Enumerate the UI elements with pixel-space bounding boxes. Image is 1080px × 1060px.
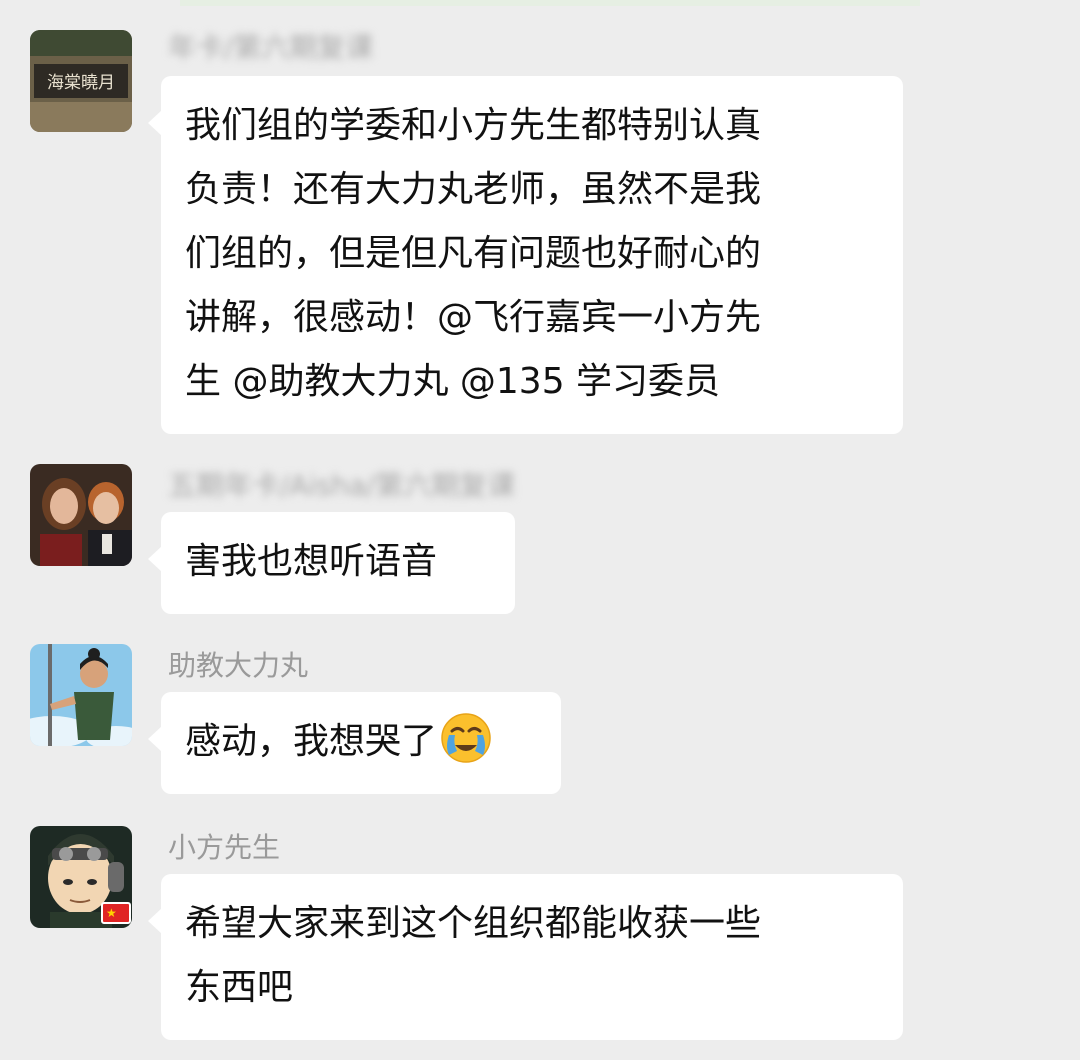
message-text: 害我也想听语音 — [185, 541, 438, 582]
top-edge-strip — [180, 0, 920, 6]
avatar-haitang[interactable]: 海棠曉月 — [30, 30, 132, 132]
avatar-image — [30, 644, 132, 746]
message-bubble[interactable]: 我们组的学委和小方先生都特别认真 负责！还有大力丸老师，虽然不是我 们组的，但是… — [148, 76, 903, 434]
avatar-image: 海棠曉月 — [30, 30, 132, 132]
avatar-sign-text: 海棠曉月 — [47, 73, 115, 93]
flag-badge-icon: ★ — [101, 902, 131, 924]
sender-name: 助教大力丸 — [168, 649, 309, 682]
message-bubble[interactable]: 害我也想听语音 — [148, 512, 515, 614]
message-text: 希望大家来到这个组织都能收获一些 东西吧 — [185, 903, 762, 1008]
message-text: 感动，我想哭了 — [185, 721, 438, 762]
message-text: 我们组的学委和小方先生都特别认真 负责！还有大力丸老师，虽然不是我 们组的，但是… — [185, 105, 762, 402]
message-bubble[interactable]: 感动，我想哭了 — [148, 692, 561, 794]
avatar-image — [30, 464, 132, 566]
avatar-cartoon-boy[interactable] — [30, 644, 132, 746]
sender-name: 五期年卡/Aisha/第六期复课 — [168, 469, 516, 502]
sender-name: 小方先生 — [168, 831, 281, 864]
avatar-movie-still[interactable] — [30, 464, 132, 566]
sender-name: 年卡/第六期复课 — [168, 31, 374, 64]
loudly-crying-face-icon — [441, 713, 491, 763]
message-bubble[interactable]: 希望大家来到这个组织都能收获一些 东西吧 — [148, 874, 903, 1040]
